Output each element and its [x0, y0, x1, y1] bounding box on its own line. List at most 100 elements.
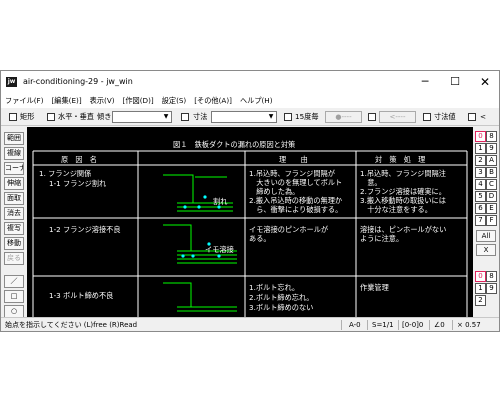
reason-1-3-line3: 3.ボルト締めのない	[249, 303, 314, 312]
measure-1-3-line1: 作業管理	[360, 283, 389, 292]
tool-stretch[interactable]: 伸縮	[4, 177, 24, 190]
tool-line[interactable]: ／	[4, 275, 24, 288]
layer-button-5[interactable]: 5	[475, 191, 486, 202]
weld-point	[181, 254, 185, 258]
status-divider	[341, 320, 342, 330]
tool-copy[interactable]: 複写	[4, 222, 24, 235]
menu-help[interactable]: ヘルプ(H)	[240, 93, 273, 108]
menu-view[interactable]: 表示(V)	[90, 93, 115, 108]
diagram-label-crack: 割れ	[213, 197, 228, 206]
maximize-button[interactable]: ☐	[440, 71, 470, 93]
measure-1-1-line4: 3.搬入移動時の取扱いには	[360, 196, 446, 205]
layer-button-d[interactable]: D	[486, 191, 497, 202]
reason-1-1-line4: 2.搬入吊込時の移動の無理か	[249, 196, 343, 205]
reason-1-2-line2: ある。	[249, 234, 271, 243]
cause-1-3: 1-3 ボルト締め不良	[49, 291, 114, 300]
header-cause: 原 因 名	[61, 155, 97, 164]
left-tool-panel: 範囲 複線 コーナー 伸縮 面取 消去 複写 移動 戻る ／ □ ○	[1, 127, 27, 318]
tool-rectangle[interactable]: □	[4, 290, 24, 303]
window-title: air-conditioning-29 - jw_win	[23, 77, 133, 86]
header-reason: 理 由	[279, 155, 308, 164]
layer-button-0[interactable]: 0	[475, 131, 486, 142]
circle-mode-button[interactable]: ●----	[325, 111, 362, 123]
duct-outline	[163, 282, 192, 308]
rect-checkbox[interactable]	[9, 113, 17, 121]
status-angle[interactable]: ∠0	[434, 320, 445, 330]
weld-defect-diagram	[163, 224, 237, 264]
layer-button-c[interactable]: C	[486, 179, 497, 190]
tool-undo[interactable]: 戻る	[4, 252, 24, 265]
menu-file[interactable]: ファイル(F)	[5, 93, 44, 108]
bolt-point	[197, 205, 201, 209]
tool-erase[interactable]: 消去	[4, 207, 24, 220]
hv-checkbox[interactable]	[47, 113, 55, 121]
status-zoom[interactable]: × 0.57	[457, 320, 481, 330]
status-message: 始点を指示してください (L)free (R)Read	[5, 321, 138, 329]
layer-button-2[interactable]: 2	[475, 155, 486, 166]
hv-label: 水平・垂直	[58, 112, 94, 121]
status-group[interactable]: [0-0]0	[402, 320, 423, 330]
drawing-canvas[interactable]: 図１ 鉄板ダクトの漏れの原因と対策 原 因 名 理 由 対 策 処 理 1. フ…	[27, 127, 473, 317]
group-button-8[interactable]: 8	[486, 271, 497, 282]
menu-draw[interactable]: [作図(D)]	[123, 93, 154, 108]
reason-1-1-line1: 1.吊込時、フランジ間隔が	[249, 169, 335, 178]
layer-button-b[interactable]: B	[486, 167, 497, 178]
tool-parallel[interactable]: 複線	[4, 147, 24, 160]
bolt-point	[183, 205, 187, 209]
deg15-checkbox[interactable]	[284, 113, 292, 121]
status-bar: 始点を指示してください (L)free (R)Read A-0 S=1/1 [0…	[1, 317, 499, 331]
tool-chamfer[interactable]: 面取	[4, 192, 24, 205]
layer-ex-button[interactable]: X	[476, 244, 496, 256]
menu-bar: ファイル(F) [編集(E)] 表示(V) [作図(D)] 設定(S) [その他…	[1, 93, 499, 108]
layer-button-9[interactable]: 9	[486, 143, 497, 154]
layer-button-e[interactable]: E	[486, 203, 497, 214]
minimize-button[interactable]: ─	[410, 71, 440, 93]
group-button-2[interactable]: 2	[475, 295, 486, 306]
layer-button-1[interactable]: 1	[475, 143, 486, 154]
arrow-checkbox[interactable]	[368, 113, 376, 121]
bolt-point	[203, 195, 207, 199]
tilt-combo[interactable]: ▼	[112, 111, 172, 123]
dim-checkbox[interactable]	[181, 113, 189, 121]
weld-point	[191, 254, 195, 258]
group-button-1[interactable]: 1	[475, 283, 486, 294]
reason-1-3-line1: 1.ボルト忘れ。	[249, 283, 300, 292]
menu-settings[interactable]: 設定(S)	[162, 93, 187, 108]
measure-1-1-line5: 十分な注意をする。	[360, 205, 432, 214]
measure-1-1-line1: 1.吊込時、フランジ間隔注	[360, 169, 446, 178]
header-measure: 対 策 処 理	[375, 155, 426, 164]
layer-button-a[interactable]: A	[486, 155, 497, 166]
reason-1-3-line2: 2.ボルト締め忘れ。	[249, 293, 314, 302]
dim-combo[interactable]: ▼	[211, 111, 277, 123]
tool-move[interactable]: 移動	[4, 237, 24, 250]
layer-button-3[interactable]: 3	[475, 167, 486, 178]
status-divider	[429, 320, 430, 330]
status-divider	[398, 320, 399, 330]
title-bar[interactable]: jw air-conditioning-29 - jw_win ─ ☐ ✕	[1, 71, 499, 93]
tool-range[interactable]: 範囲	[4, 132, 24, 145]
reason-1-1-line5: ら、衝撃により破損する。	[249, 205, 343, 214]
layer-button-8[interactable]: 8	[486, 131, 497, 142]
layer-button-7[interactable]: 7	[475, 215, 486, 226]
chevron-down-icon: ▼	[161, 112, 171, 122]
close-button[interactable]: ✕	[470, 71, 499, 93]
weld-point	[217, 254, 221, 258]
menu-other[interactable]: [その他(A)]	[194, 93, 232, 108]
lt-checkbox[interactable]	[468, 113, 476, 121]
status-scale[interactable]: S=1/1	[372, 320, 394, 330]
layer-button-6[interactable]: 6	[475, 203, 486, 214]
all-layers-button[interactable]: All	[476, 230, 496, 242]
group-button-0[interactable]: 0	[475, 271, 486, 282]
layer-panel: 0 8 1 9 2 A 3 B 4 C 5 D 6 E 7 F All X 0 …	[473, 127, 499, 317]
dimvalue-checkbox[interactable]	[423, 113, 431, 121]
tool-corner[interactable]: コーナー	[4, 162, 24, 175]
status-layer[interactable]: A-0	[349, 320, 361, 330]
layer-button-4[interactable]: 4	[475, 179, 486, 190]
dimvalue-label: 寸法値	[434, 112, 456, 121]
deg15-label: 15度毎	[295, 112, 319, 121]
layer-button-f[interactable]: F	[486, 215, 497, 226]
group-button-9[interactable]: 9	[486, 283, 497, 294]
menu-edit[interactable]: [編集(E)]	[52, 93, 82, 108]
arrow-mode-button[interactable]: <----	[379, 111, 416, 123]
tilt-label: 傾き	[97, 112, 112, 121]
